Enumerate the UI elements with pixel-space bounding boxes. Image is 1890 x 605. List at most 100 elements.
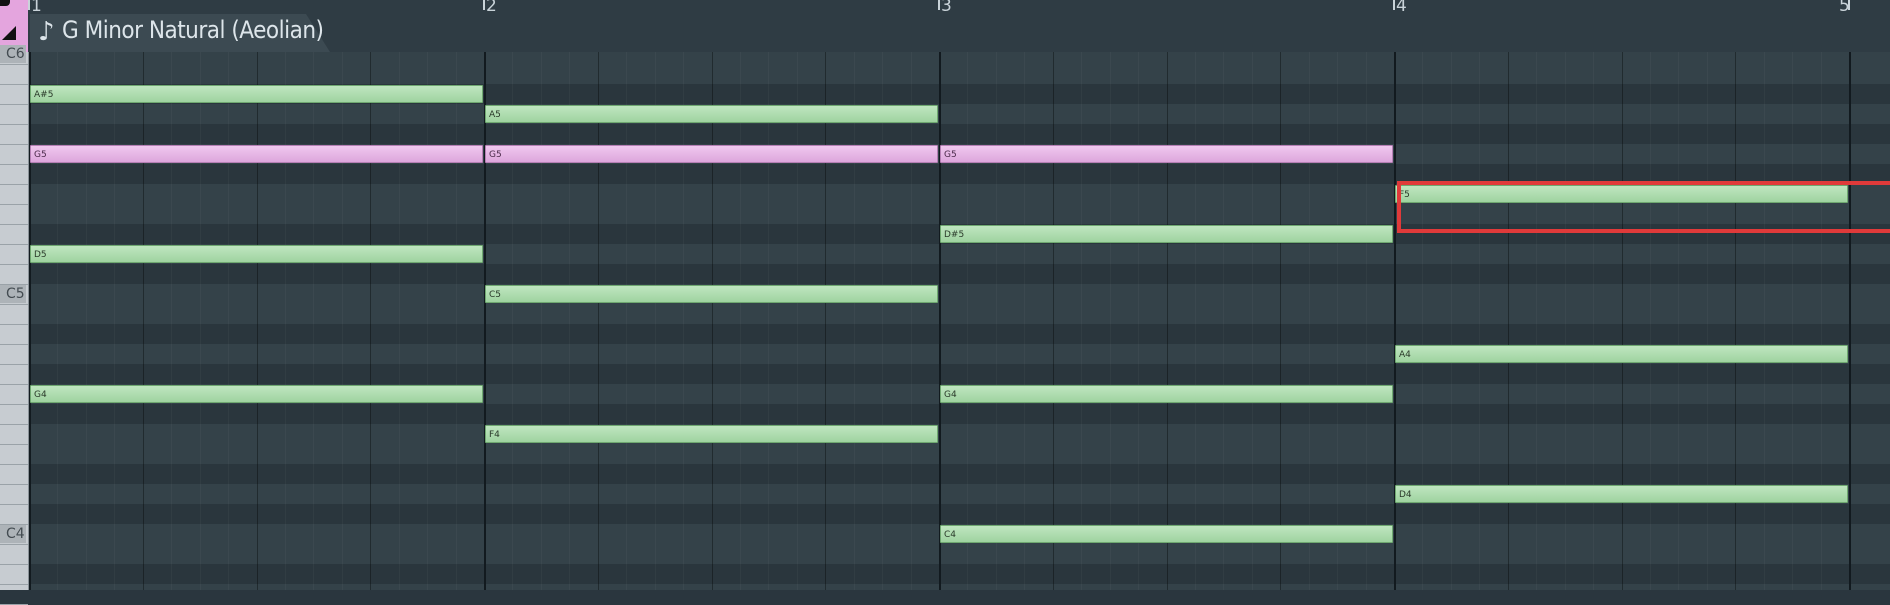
grid-line <box>228 52 229 590</box>
grid-line <box>1507 52 1509 590</box>
grid-line <box>171 52 172 590</box>
bar-number: 4 <box>1396 0 1407 16</box>
key-divider <box>0 344 28 345</box>
key-divider <box>0 204 28 205</box>
grid-line <box>939 52 941 590</box>
grid-line <box>1707 52 1708 590</box>
key-divider <box>0 104 28 105</box>
grid-line <box>1280 52 1282 590</box>
bar-tick <box>1393 0 1395 10</box>
music-note-icon: ♪ <box>38 17 55 47</box>
note-block[interactable]: C5 <box>485 285 938 303</box>
grid-row <box>29 424 1890 444</box>
bar-tick <box>28 0 30 10</box>
grid-line <box>1110 52 1111 590</box>
note-block[interactable]: D5 <box>30 245 483 263</box>
grid-line <box>655 52 656 590</box>
key-divider <box>0 84 28 85</box>
grid-line <box>1166 52 1168 590</box>
grid-line <box>1536 52 1537 590</box>
grid-row <box>29 444 1890 464</box>
key-divider <box>0 404 28 405</box>
note-block[interactable]: A#5 <box>30 85 483 103</box>
octave-key-label[interactable]: C4 <box>0 525 26 543</box>
grid-line <box>1024 52 1025 590</box>
grid-row <box>29 104 1890 124</box>
grid-line <box>29 52 31 590</box>
note-block[interactable]: A5 <box>485 105 938 123</box>
grid-line <box>1678 52 1679 590</box>
note-block[interactable]: A4 <box>1395 345 1848 363</box>
grid-line <box>854 52 855 590</box>
piano-roll-grid[interactable]: A#5 A5 G5 G5 G5 F5 D#5 D5 C5 A4 G4 G4 F4 D4 C4 <box>29 52 1890 590</box>
key-divider <box>0 564 28 565</box>
grid-row <box>29 464 1890 484</box>
octave-key-label[interactable]: C5 <box>0 285 26 303</box>
bar-number: 2 <box>486 0 497 16</box>
grid-line <box>1593 52 1594 590</box>
grid-line <box>882 52 883 590</box>
grid-line <box>1138 52 1139 590</box>
grid-line <box>1422 52 1423 590</box>
grid-line <box>1565 52 1566 590</box>
key-divider <box>0 184 28 185</box>
bar-number: 5 <box>1839 0 1850 16</box>
grid-row <box>29 564 1890 584</box>
corner-mark-icon <box>0 0 10 6</box>
grid-line <box>1451 52 1452 590</box>
grid-line <box>285 52 286 590</box>
key-divider <box>0 64 28 65</box>
key-divider <box>0 504 28 505</box>
note-block[interactable]: G4 <box>30 385 483 403</box>
note-block[interactable]: G5 <box>30 145 483 163</box>
grid-row <box>29 584 1890 590</box>
grid-line <box>911 52 912 590</box>
note-block[interactable]: G4 <box>940 385 1393 403</box>
grid-line <box>256 52 258 590</box>
grid-line <box>1309 52 1310 590</box>
key-divider <box>0 464 28 465</box>
scale-title: G Minor Natural (Aeolian) <box>62 16 324 44</box>
grid-line <box>200 52 201 590</box>
grid-line <box>825 52 827 590</box>
grid-line <box>370 52 372 590</box>
key-divider <box>0 224 28 225</box>
grid-line <box>1849 52 1851 590</box>
bar-tick <box>938 0 940 10</box>
grid-line <box>541 52 542 590</box>
grid-line <box>768 52 769 590</box>
grid-line <box>1195 52 1196 590</box>
grid-row <box>29 124 1890 144</box>
key-divider <box>0 304 28 305</box>
note-block[interactable]: D#5 <box>940 225 1393 243</box>
note-block[interactable]: D4 <box>1395 485 1848 503</box>
note-block[interactable]: G5 <box>940 145 1393 163</box>
bar-tick <box>483 0 485 10</box>
grid-line <box>711 52 713 590</box>
piano-keyboard[interactable]: C6 C5 C4 <box>0 45 29 605</box>
note-block[interactable]: G5 <box>485 145 938 163</box>
grid-line <box>57 52 58 590</box>
key-divider <box>0 144 28 145</box>
grid-line <box>1479 52 1480 590</box>
grid-row <box>29 404 1890 424</box>
grid-line <box>569 52 570 590</box>
key-divider <box>0 384 28 385</box>
grid-line <box>1366 52 1367 590</box>
key-divider <box>0 544 28 545</box>
grid-row <box>29 504 1890 524</box>
note-block[interactable]: F4 <box>485 425 938 443</box>
note-block[interactable]: C4 <box>940 525 1393 543</box>
key-divider <box>0 424 28 425</box>
timeline-ruler[interactable]: 1 2 3 4 5 ♪ G Minor Natural (Aeolian) <box>0 0 1890 53</box>
selection-rectangle[interactable] <box>1397 181 1890 233</box>
grid-row <box>29 284 1890 304</box>
grid-line <box>114 52 115 590</box>
grid-line <box>797 52 798 590</box>
grid-line <box>1821 52 1822 590</box>
key-divider <box>0 324 28 325</box>
bar-number: 3 <box>941 0 952 16</box>
grid-line <box>427 52 428 590</box>
grid-line <box>1621 52 1623 590</box>
octave-key-label[interactable]: C6 <box>0 45 26 63</box>
